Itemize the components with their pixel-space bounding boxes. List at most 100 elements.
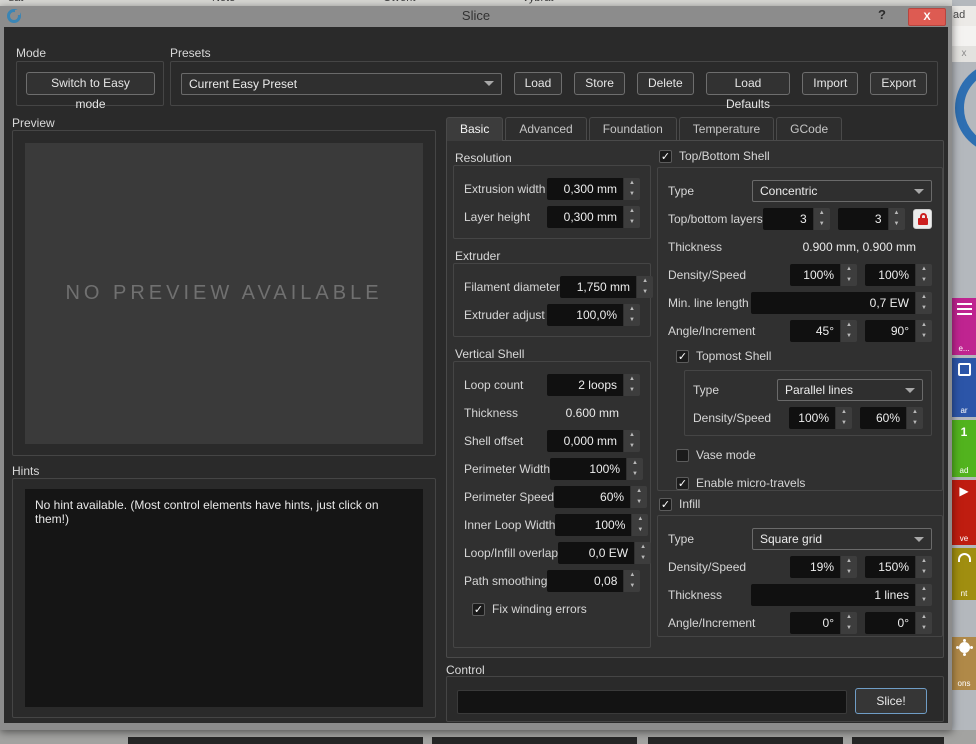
taskbar-item[interactable] xyxy=(432,737,637,744)
spin-down-icon: ▼ xyxy=(624,385,640,396)
top-bottom-increment-spinner[interactable]: 90° ▲▼ xyxy=(865,320,932,342)
extruder-adjust-spinner[interactable]: 100,0% ▲▼ xyxy=(547,304,640,326)
infill-toggle[interactable]: ✓ Infill xyxy=(659,497,700,511)
topmost-speed-spinner[interactable]: 60% ▲▼ xyxy=(860,407,923,429)
topmost-density-spinner[interactable]: 100% ▲▼ xyxy=(789,407,852,429)
top-bottom-angle-spinner[interactable]: 45° ▲▼ xyxy=(790,320,857,342)
tab-basic[interactable]: Basic xyxy=(446,117,503,141)
toolbar-button-clear[interactable]: ar xyxy=(952,358,976,417)
taskbar-item[interactable] xyxy=(648,737,843,744)
spin-buttons[interactable]: ▲▼ xyxy=(637,276,653,298)
spin-buttons[interactable]: ▲▼ xyxy=(841,320,857,342)
spin-buttons[interactable]: ▲▼ xyxy=(916,584,932,606)
spin-buttons[interactable]: ▲▼ xyxy=(916,556,932,578)
micro-travels-checkbox[interactable]: ✓ xyxy=(676,477,689,490)
toolbar-button-load[interactable]: 1 ad xyxy=(952,420,976,477)
spin-buttons[interactable]: ▲▼ xyxy=(916,264,932,286)
fix-winding-errors-checkbox[interactable]: ✓ xyxy=(472,603,485,616)
bottom-layers-spinner[interactable]: 3 ▲▼ xyxy=(838,208,905,230)
topmost-shell-checkbox[interactable]: ✓ xyxy=(676,350,689,363)
layer-height-spinner[interactable]: 0,300 mm ▲▼ xyxy=(547,206,640,228)
spin-buttons[interactable]: ▲▼ xyxy=(631,486,647,508)
loop-infill-overlap-spinner[interactable]: 0,0 EW ▲▼ xyxy=(558,542,651,564)
hints-group-label: Hints xyxy=(12,464,39,478)
tab-foundation[interactable]: Foundation xyxy=(589,117,677,140)
topmost-type-select[interactable]: Parallel lines xyxy=(777,379,923,401)
micro-travels-toggle[interactable]: ✓ Enable micro-travels xyxy=(676,472,932,494)
extrusion-width-spinner[interactable]: 0,300 mm ▲▼ xyxy=(547,178,640,200)
toolbar-button-print[interactable]: nt xyxy=(952,548,976,600)
top-bottom-shell-checkbox[interactable]: ✓ xyxy=(659,150,672,163)
spin-buttons[interactable]: ▲▼ xyxy=(632,514,648,536)
toolbar-button-options[interactable]: ons xyxy=(952,637,976,690)
load-defaults-button[interactable]: Load Defaults xyxy=(706,72,791,95)
preview-panel: NO PREVIEW AVAILABLE xyxy=(25,143,423,444)
infill-density-spinner[interactable]: 19% ▲▼ xyxy=(790,556,857,578)
infill-speed-spinner[interactable]: 150% ▲▼ xyxy=(865,556,932,578)
top-layers-spinner[interactable]: 3 ▲▼ xyxy=(763,208,830,230)
infill-thickness-spinner[interactable]: 1 lines ▲▼ xyxy=(751,584,932,606)
close-button[interactable]: X xyxy=(908,8,946,26)
spin-buttons[interactable]: ▲▼ xyxy=(624,570,640,592)
spin-buttons[interactable]: ▲▼ xyxy=(916,612,932,634)
shell-offset-spinner[interactable]: 0,000 mm ▲▼ xyxy=(547,430,640,452)
top-bottom-type-select[interactable]: Concentric xyxy=(752,180,932,202)
spin-buttons[interactable]: ▲▼ xyxy=(624,374,640,396)
help-button[interactable]: ? xyxy=(874,7,890,25)
top-bottom-shell-toggle[interactable]: ✓ Top/Bottom Shell xyxy=(659,149,770,163)
spin-down-icon: ▼ xyxy=(632,525,648,536)
switch-easy-mode-button[interactable]: Switch to Easy mode xyxy=(26,72,155,95)
tab-advanced[interactable]: Advanced xyxy=(505,117,586,140)
loop-count-spinner[interactable]: 2 loops ▲▼ xyxy=(547,374,640,396)
delete-button[interactable]: Delete xyxy=(637,72,694,95)
store-button[interactable]: Store xyxy=(574,72,625,95)
spin-buttons[interactable]: ▲▼ xyxy=(889,208,905,230)
inner-loop-width-spinner[interactable]: 100% ▲▼ xyxy=(555,514,648,536)
toolbar-button-save[interactable]: ▶ ve xyxy=(952,480,976,545)
spin-buttons[interactable]: ▲▼ xyxy=(814,208,830,230)
filament-diameter-spinner[interactable]: 1,750 mm ▲▼ xyxy=(560,276,653,298)
spin-up-icon: ▲ xyxy=(814,208,830,219)
slice-button[interactable]: Slice! xyxy=(855,688,927,714)
vase-mode-checkbox[interactable]: ✓ xyxy=(676,449,689,462)
import-button[interactable]: Import xyxy=(802,72,858,95)
taskbar-item[interactable] xyxy=(852,737,944,744)
spin-buttons[interactable]: ▲▼ xyxy=(916,292,932,314)
spin-buttons[interactable]: ▲▼ xyxy=(907,407,923,429)
top-bottom-density-spinner[interactable]: 100% ▲▼ xyxy=(790,264,857,286)
spin-buttons[interactable]: ▲▼ xyxy=(635,542,651,564)
spin-buttons[interactable]: ▲▼ xyxy=(836,407,852,429)
spin-buttons[interactable]: ▲▼ xyxy=(624,206,640,228)
perimeter-width-spinner[interactable]: 100% ▲▼ xyxy=(550,458,643,480)
bg-close-fragment[interactable]: x xyxy=(952,46,976,62)
spin-buttons[interactable]: ▲▼ xyxy=(841,264,857,286)
tab-gcode[interactable]: GCode xyxy=(776,117,842,140)
infill-increment-spinner[interactable]: 0° ▲▼ xyxy=(865,612,932,634)
topmost-shell-toggle[interactable]: ✓ Topmost Shell xyxy=(676,348,932,364)
spin-buttons[interactable]: ▲▼ xyxy=(841,612,857,634)
perimeter-speed-spinner[interactable]: 60% ▲▼ xyxy=(554,486,647,508)
path-smoothing-spinner[interactable]: 0,08 ▲▼ xyxy=(547,570,640,592)
min-line-length-spinner[interactable]: 0,7 EW ▲▼ xyxy=(751,292,932,314)
load-button[interactable]: Load xyxy=(514,72,563,95)
spin-buttons[interactable]: ▲▼ xyxy=(841,556,857,578)
taskbar-item[interactable] xyxy=(128,737,423,744)
infill-angle-spinner[interactable]: 0° ▲▼ xyxy=(790,612,857,634)
infill-type-select[interactable]: Square grid xyxy=(752,528,932,550)
spin-buttons[interactable]: ▲▼ xyxy=(627,458,643,480)
taskbar-strip[interactable] xyxy=(0,730,976,744)
spin-buttons[interactable]: ▲▼ xyxy=(624,430,640,452)
export-button[interactable]: Export xyxy=(870,72,927,95)
spin-buttons[interactable]: ▲▼ xyxy=(624,178,640,200)
vase-mode-toggle[interactable]: ✓ Vase mode xyxy=(676,444,932,466)
lock-button[interactable] xyxy=(913,209,933,229)
spin-up-icon: ▲ xyxy=(916,612,932,623)
spin-buttons[interactable]: ▲▼ xyxy=(624,304,640,326)
top-bottom-speed-spinner[interactable]: 100% ▲▼ xyxy=(865,264,932,286)
tab-temperature[interactable]: Temperature xyxy=(679,117,774,140)
dialog-titlebar[interactable]: Slice ? X xyxy=(0,6,952,27)
infill-checkbox[interactable]: ✓ xyxy=(659,498,672,511)
toolbar-button-presets[interactable]: e... xyxy=(952,298,976,355)
preset-select[interactable]: Current Easy Preset xyxy=(181,73,502,95)
spin-buttons[interactable]: ▲▼ xyxy=(916,320,932,342)
